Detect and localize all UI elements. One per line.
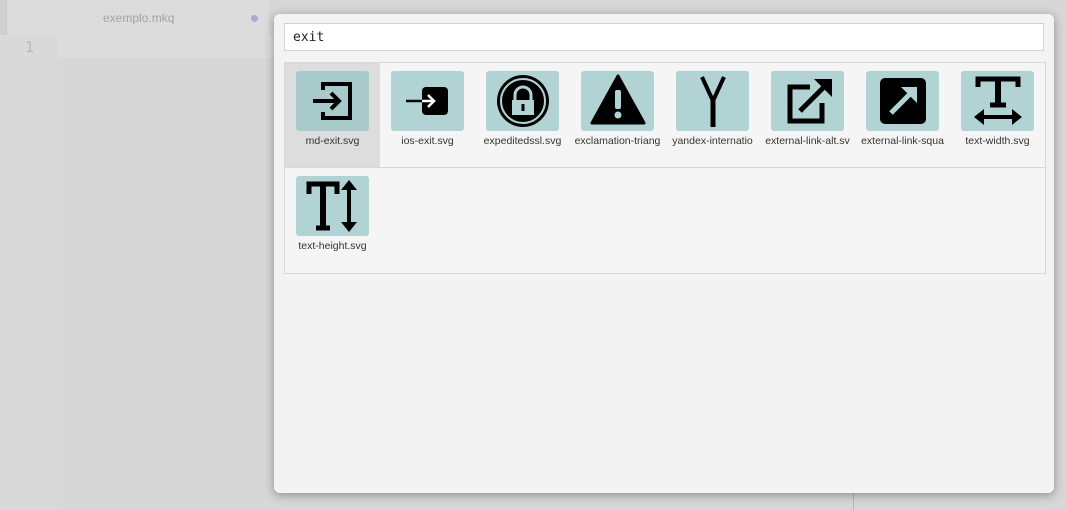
result-label: yandex-internatio <box>672 135 753 147</box>
result-item[interactable]: yandex-internatio <box>665 63 760 167</box>
result-item[interactable]: external-link-squa <box>855 63 950 167</box>
editor-tab[interactable]: exemplo.mkq <box>6 0 269 35</box>
result-item[interactable]: ios-exit.svg <box>380 63 475 167</box>
ios-exit-icon <box>391 71 464 131</box>
current-line-highlight <box>58 36 274 58</box>
result-item[interactable]: text-width.svg <box>950 63 1045 167</box>
result-label: text-height.svg <box>298 240 367 252</box>
line-number: 1 <box>25 38 35 56</box>
icon-search-dialog: md-exit.svg ios-exit.svg <box>274 14 1054 493</box>
result-label: expeditedssl.svg <box>483 135 562 147</box>
text-height-icon <box>296 176 369 236</box>
external-link-square-icon <box>866 71 939 131</box>
result-item[interactable]: external-link-alt.sv <box>760 63 855 167</box>
unsaved-dot-icon <box>251 15 258 22</box>
expeditedssl-icon <box>486 71 559 131</box>
results-row: text-height.svg <box>285 168 1045 272</box>
pane-divider <box>853 492 854 510</box>
result-item[interactable]: md-exit.svg <box>285 63 380 167</box>
md-exit-icon <box>296 71 369 131</box>
result-item[interactable]: expeditedssl.svg <box>475 63 570 167</box>
external-link-alt-icon <box>771 71 844 131</box>
icon-results-grid: md-exit.svg ios-exit.svg expeditedssl.sv… <box>284 62 1046 274</box>
icon-search-input[interactable] <box>284 23 1044 51</box>
text-width-icon <box>961 71 1034 131</box>
tab-title: exemplo.mkq <box>103 11 175 25</box>
result-label: external-link-alt.sv <box>765 135 850 147</box>
result-label: text-width.svg <box>965 135 1030 147</box>
results-row: md-exit.svg ios-exit.svg expeditedssl.sv… <box>285 63 1045 168</box>
exclamation-triangle-icon <box>581 71 654 131</box>
result-item[interactable]: exclamation-triang <box>570 63 665 167</box>
result-item[interactable]: text-height.svg <box>285 168 380 272</box>
result-label: exclamation-triang <box>574 135 661 147</box>
result-label: ios-exit.svg <box>401 135 454 147</box>
result-label: external-link-squa <box>861 135 944 147</box>
yandex-icon <box>676 71 749 131</box>
result-label: md-exit.svg <box>305 135 360 147</box>
line-gutter <box>0 35 58 510</box>
